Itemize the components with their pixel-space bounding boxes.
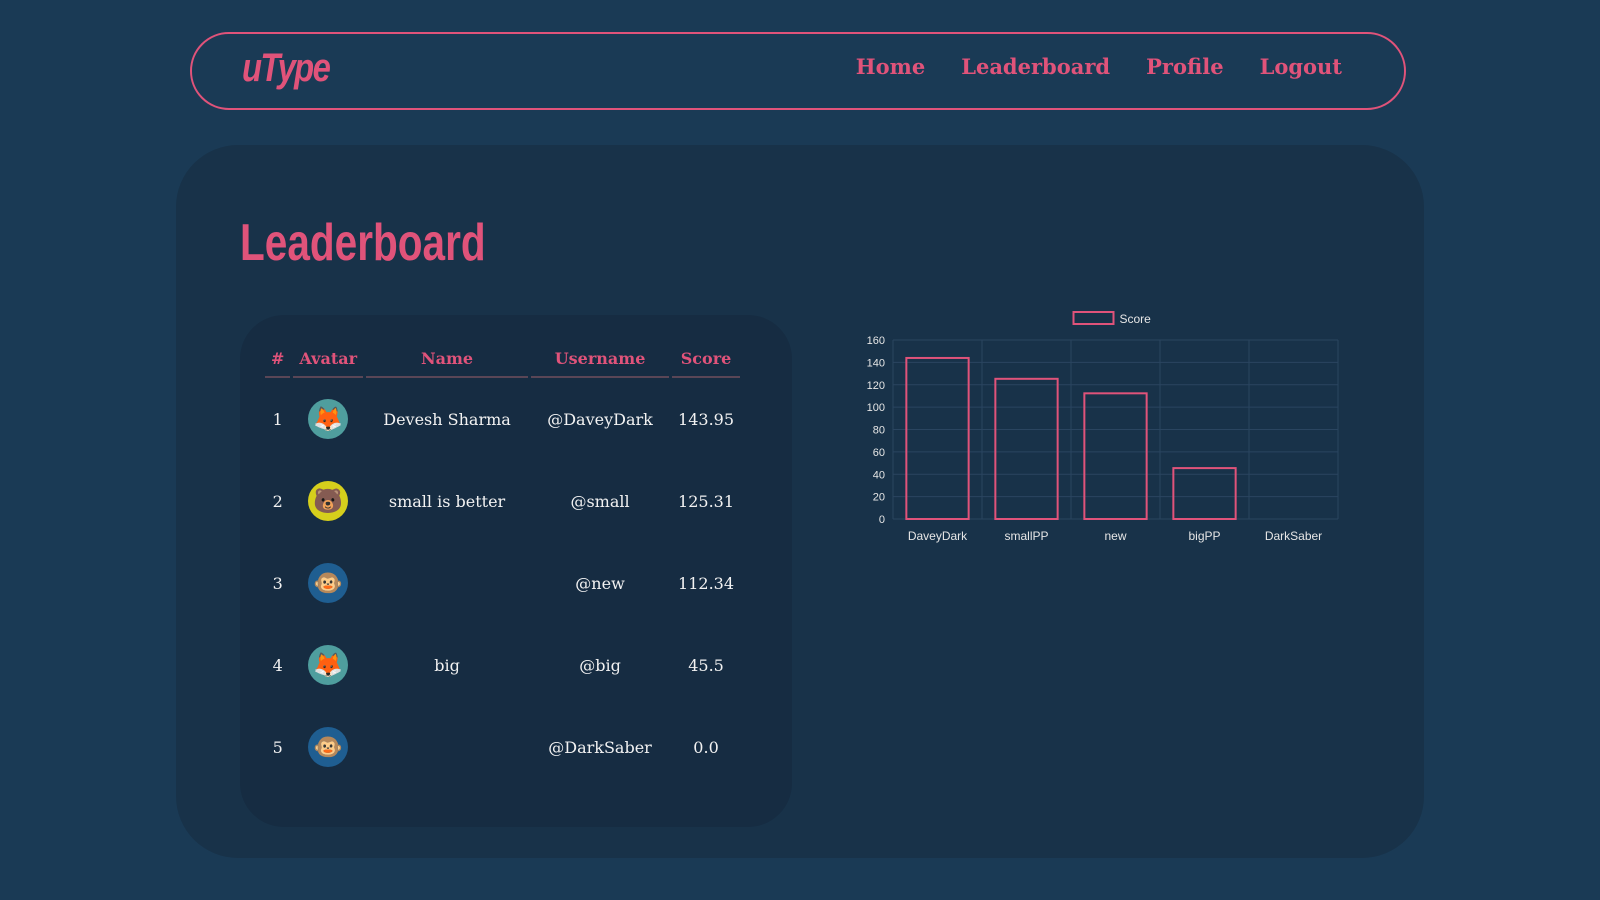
x-tick-label: DaveyDark	[908, 529, 968, 543]
top-navbar: uType Home Leaderboard Profile Logout	[190, 32, 1406, 110]
header-rank: #	[265, 345, 291, 378]
fox-icon: 🦊	[308, 399, 349, 439]
nav-link-logout[interactable]: Logout	[1260, 54, 1342, 79]
bar	[1172, 467, 1237, 521]
table-row[interactable]: 4 🦊 big @big 45.5	[265, 624, 740, 706]
score-cell: 0.0	[693, 737, 719, 757]
leaderboard-table: # Avatar Name Username Score 1 🦊 Devesh …	[262, 345, 743, 788]
table-row[interactable]: 3 🐵 @new 112.34	[265, 542, 740, 624]
rank-cell: 5	[272, 737, 283, 757]
rank-cell: 2	[272, 491, 283, 511]
bar	[1083, 392, 1148, 520]
name-cell	[366, 542, 528, 624]
table-row[interactable]: 1 🦊 Devesh Sharma @DaveyDark 143.95	[265, 378, 740, 460]
legend-label: Score	[1120, 312, 1152, 326]
score-cell: 112.34	[678, 573, 735, 593]
name-cell: small is better	[388, 491, 506, 511]
x-tick-label: smallPP	[1004, 529, 1048, 543]
username-cell: @new	[575, 573, 625, 593]
app-logo[interactable]: uType	[242, 46, 331, 91]
rank-cell: 4	[272, 655, 283, 675]
score-cell: 125.31	[678, 491, 735, 511]
x-tick-label: new	[1104, 529, 1126, 543]
header-username: Username	[531, 345, 670, 378]
leaderboard-table-panel: # Avatar Name Username Score 1 🦊 Devesh …	[240, 315, 792, 827]
leaderboard-card: Leaderboard # Avatar Name Username Score…	[176, 145, 1424, 858]
name-cell: Devesh Sharma	[383, 409, 511, 429]
monkey-icon: 🐵	[308, 727, 349, 767]
score-chart: 0 20 40 60 80 100 120 140 160 DaveyDark smallPP new…	[848, 310, 1368, 570]
bar	[994, 377, 1059, 521]
nav-link-profile[interactable]: Profile	[1146, 54, 1223, 79]
legend-swatch	[1072, 311, 1115, 325]
rank-cell: 1	[272, 409, 283, 429]
bar	[905, 356, 970, 521]
rank-cell: 3	[272, 573, 283, 593]
username-cell: @big	[579, 655, 621, 675]
table-row[interactable]: 2 🐻 small is better @small 125.31	[265, 460, 740, 542]
nav-link-home[interactable]: Home	[856, 54, 925, 79]
table-header-row: # Avatar Name Username Score	[265, 345, 741, 378]
header-name: Name	[366, 345, 529, 378]
name-cell	[366, 706, 528, 788]
nav-links: Home Leaderboard Profile Logout	[856, 54, 1342, 79]
header-score: Score	[672, 345, 741, 378]
y-tick-label: 160	[867, 335, 885, 347]
y-tick-label: 0	[879, 514, 885, 526]
score-bar-chart: 0 20 40 60 80 100 120 140 160 DaveyDark smallPP new…	[867, 311, 1339, 543]
y-tick-label: 80	[873, 425, 885, 437]
username-cell: @DarkSaber	[548, 737, 652, 757]
page-title: Leaderboard	[240, 214, 486, 272]
x-tick-label: DarkSaber	[1265, 529, 1322, 543]
y-tick-label: 100	[867, 402, 885, 414]
y-tick-label: 140	[867, 357, 885, 369]
bear-icon: 🐻	[308, 481, 349, 521]
username-cell: @small	[570, 491, 630, 511]
header-avatar: Avatar	[293, 345, 364, 378]
username-cell: @DaveyDark	[547, 409, 653, 429]
y-tick-label: 60	[873, 447, 885, 459]
y-tick-label: 120	[867, 380, 885, 392]
nav-link-leaderboard[interactable]: Leaderboard	[961, 54, 1110, 79]
score-cell: 45.5	[688, 655, 724, 675]
x-tick-label: bigPP	[1188, 529, 1220, 543]
fox-icon: 🦊	[308, 645, 349, 685]
name-cell: big	[434, 655, 460, 675]
monkey-icon: 🐵	[308, 563, 349, 603]
score-cell: 143.95	[678, 409, 735, 429]
table-row[interactable]: 5 🐵 @DarkSaber 0.0	[265, 706, 740, 788]
y-tick-label: 40	[873, 469, 885, 481]
y-tick-label: 20	[873, 492, 885, 504]
